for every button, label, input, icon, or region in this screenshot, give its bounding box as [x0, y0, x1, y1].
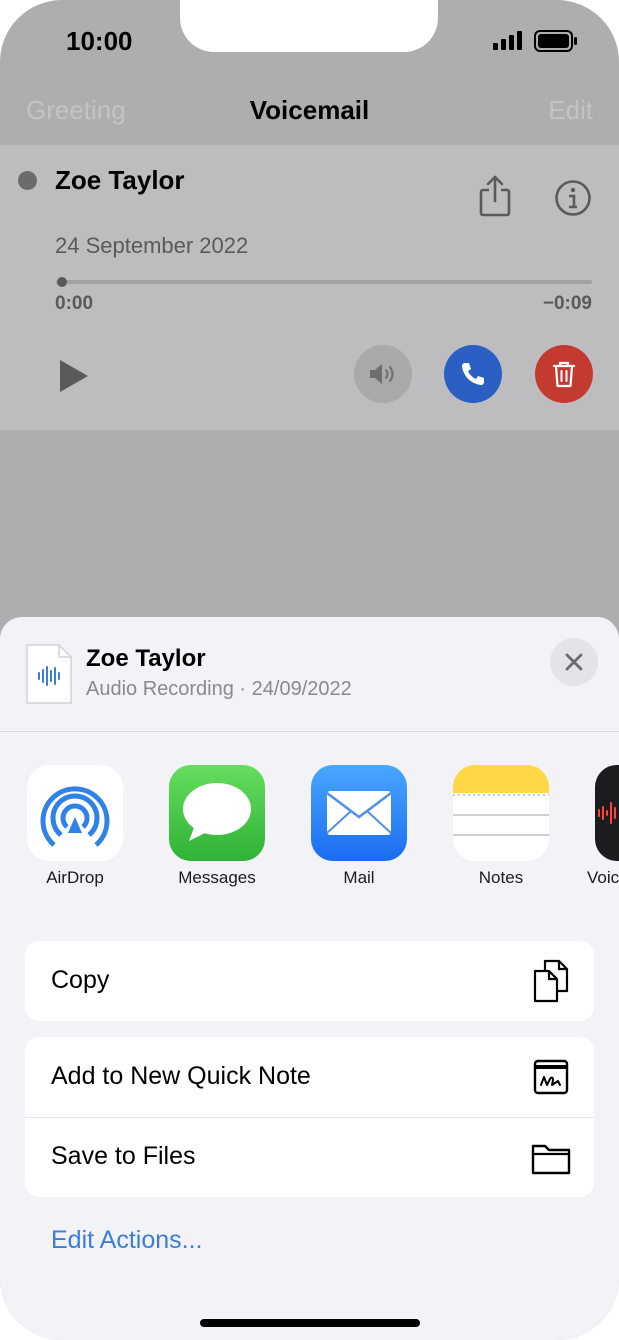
playback-scrubber[interactable]	[56, 280, 592, 284]
edit-button[interactable]: Edit	[548, 95, 593, 126]
app-messages[interactable]: Messages	[169, 765, 265, 895]
close-icon	[565, 653, 583, 671]
play-icon[interactable]	[58, 358, 90, 394]
voice-memos-icon	[595, 765, 619, 861]
scrubber-knob[interactable]	[57, 277, 67, 287]
voicemail-caller-name: Zoe Taylor	[55, 165, 185, 195]
copy-group: Copy	[25, 941, 594, 1021]
remaining-time: −0:09	[542, 293, 592, 314]
mail-icon	[311, 765, 407, 861]
app-airdrop[interactable]: AirDrop	[27, 765, 123, 895]
page-title-text: Voicemail	[249, 95, 370, 125]
call-back-button[interactable]	[444, 345, 502, 403]
messages-icon	[169, 765, 265, 861]
app-label-voice-memos: Voic	[587, 868, 619, 887]
row-separator	[25, 1117, 594, 1118]
greeting-button[interactable]: Greeting	[26, 95, 126, 126]
share-sheet: Zoe Taylor Audio Recording · 24/09/2022	[0, 617, 619, 1340]
voicemail-card[interactable]: Zoe Taylor 24 September 2022 0:00 −0:09	[0, 145, 619, 430]
copy-label: Copy	[51, 966, 110, 994]
trash-icon	[552, 361, 576, 388]
notch	[180, 0, 438, 52]
quick-note-action[interactable]: Add to New Quick Note	[25, 1037, 594, 1117]
phone-screen: 10:00 Greeting Voicemail Edit Zoe Taylor…	[0, 0, 619, 1340]
info-icon[interactable]	[554, 179, 592, 217]
app-label-mail: Mail	[343, 868, 375, 887]
close-button[interactable]	[550, 638, 598, 686]
share-item-subtitle: Audio Recording · 24/09/2022	[86, 678, 352, 700]
copy-action[interactable]: Copy	[25, 941, 594, 1021]
copy-icon	[533, 959, 569, 1003]
edit-actions-link[interactable]: Edit Actions...	[51, 1226, 202, 1255]
share-item-title: Zoe Taylor	[86, 645, 206, 672]
app-label-airdrop: AirDrop	[46, 868, 104, 887]
elapsed-time: 0:00	[55, 293, 94, 314]
app-mail[interactable]: Mail	[311, 765, 407, 895]
delete-button[interactable]	[535, 345, 593, 403]
share-icon[interactable]	[478, 175, 512, 217]
save-to-files-action[interactable]: Save to Files	[25, 1117, 594, 1197]
signal-icon	[493, 31, 522, 50]
app-label-notes: Notes	[478, 868, 524, 887]
speaker-icon	[370, 364, 394, 384]
quick-note-label: Add to New Quick Note	[51, 1062, 311, 1090]
status-time: 10:00	[66, 26, 133, 56]
speaker-button[interactable]	[354, 345, 412, 403]
quick-note-icon	[533, 1059, 569, 1095]
app-notes[interactable]: Notes	[453, 765, 549, 895]
audio-file-icon	[26, 644, 72, 704]
voicemail-date: 24 September 2022	[55, 233, 249, 258]
battery-icon	[534, 30, 577, 52]
airdrop-icon	[27, 765, 123, 861]
folder-icon	[531, 1144, 571, 1175]
unread-dot	[18, 171, 37, 190]
home-indicator[interactable]	[200, 1319, 420, 1327]
phone-icon	[462, 363, 484, 385]
app-label-messages: Messages	[178, 868, 256, 887]
app-voice-memos[interactable]: Voic	[587, 765, 619, 895]
actions-group: Add to New Quick Note Save to Files	[25, 1037, 594, 1197]
sheet-divider	[0, 731, 619, 732]
notes-icon	[453, 765, 549, 861]
save-to-files-label: Save to Files	[51, 1142, 196, 1170]
